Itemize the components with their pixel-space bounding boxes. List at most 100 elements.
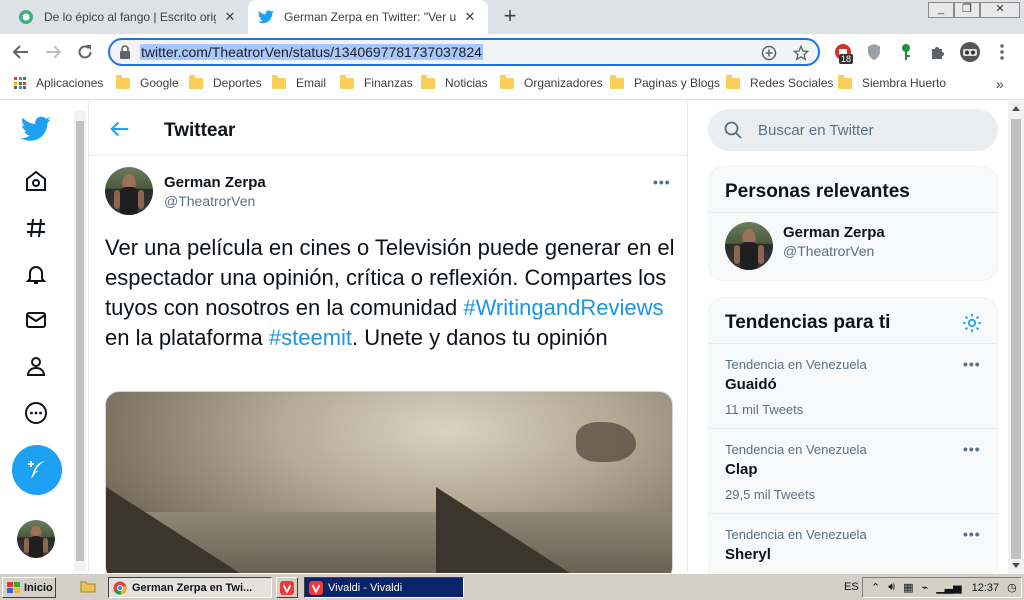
relevant-person-name[interactable]: German Zerpa: [783, 224, 885, 241]
bookmark-finanzas[interactable]: Finanzas: [340, 74, 413, 90]
start-label: Inicio: [24, 581, 53, 594]
twitter-sidebar: [0, 101, 72, 573]
trend-more-icon[interactable]: •••: [963, 441, 981, 457]
bookmark-google[interactable]: Google: [116, 74, 179, 90]
tray-extra-icon[interactable]: ◷: [1007, 581, 1017, 594]
bookmark-deportes[interactable]: Deportes: [189, 74, 262, 90]
bookmark-redes-sociales[interactable]: Redes Sociales: [726, 74, 833, 90]
tweet-text-segment: . Unete y danos tu opinión: [352, 325, 608, 350]
folder-icon: [421, 74, 435, 89]
folder-icon: [838, 74, 852, 89]
bookmark-label: Aplicaciones: [36, 76, 104, 90]
apps-icon: [14, 77, 26, 89]
taskbar-vivaldi-button[interactable]: Vivaldi - Vivaldi: [304, 577, 464, 598]
extension-badge-icon[interactable]: 18: [833, 42, 854, 64]
hashtag-link[interactable]: #WritingandReviews: [463, 295, 663, 320]
bookmark-star-icon[interactable]: [792, 44, 810, 62]
back-button[interactable]: [10, 41, 32, 63]
tab-close-icon[interactable]: ✕: [462, 9, 478, 25]
tweet-text: Ver una película en cines o Televisión p…: [105, 233, 675, 353]
author-avatar[interactable]: [105, 167, 153, 215]
page-title: Twittear: [164, 120, 236, 141]
more-options-icon[interactable]: [20, 397, 52, 429]
signal-bars-icon[interactable]: ▁▃▅: [936, 581, 961, 594]
minimize-button[interactable]: _: [928, 2, 954, 18]
extensions-puzzle-icon[interactable]: [928, 42, 948, 62]
bookmark-noticias[interactable]: Noticias: [421, 74, 488, 90]
window-close-button[interactable]: ✕: [980, 2, 1020, 18]
trend-more-icon[interactable]: •••: [963, 356, 981, 372]
profile-user-icon[interactable]: [20, 350, 52, 382]
quick-launch-folder-icon[interactable]: [80, 579, 96, 598]
tab-inactive[interactable]: De lo épico al fango | Escrito origina ✕: [8, 0, 248, 34]
reload-button[interactable]: [74, 41, 96, 63]
address-bar[interactable]: twitter.com/TheatrorVen/status/134069778…: [108, 38, 820, 66]
tweet-image[interactable]: [105, 391, 673, 573]
taskbar-chrome-button[interactable]: German Zerpa en Twi...: [108, 577, 272, 598]
forward-button[interactable]: [42, 41, 64, 63]
bookmark-label: Finanzas: [364, 76, 413, 90]
url-text[interactable]: twitter.com/TheatrorVen/status/134069778…: [140, 44, 483, 60]
compose-tweet-button[interactable]: [12, 445, 62, 495]
bookmark-apps[interactable]: Aplicaciones: [14, 76, 103, 90]
search-placeholder: Buscar en Twitter: [758, 121, 874, 139]
tweet-column: Twittear German Zerpa @TheatrorVen ••• V…: [88, 101, 688, 573]
task-label: German Zerpa en Twi...: [132, 581, 253, 594]
search-input[interactable]: Buscar en Twitter: [708, 109, 998, 151]
language-indicator[interactable]: ES: [844, 581, 859, 593]
browser-toolbar: twitter.com/TheatrorVen/status/134069778…: [0, 34, 1024, 70]
relevant-person-handle[interactable]: @TheatrorVen: [783, 243, 874, 259]
messages-envelope-icon[interactable]: [20, 304, 52, 336]
back-arrow-icon[interactable]: [109, 118, 131, 140]
home-icon[interactable]: [20, 165, 52, 197]
relevant-person-avatar[interactable]: [725, 222, 773, 270]
tray-expand-icon[interactable]: ⌃: [871, 581, 880, 594]
clock[interactable]: 12:37: [972, 582, 1000, 594]
tab-strip: De lo épico al fango | Escrito origina ✕…: [0, 0, 1024, 34]
hashtag-link[interactable]: #steemit: [269, 325, 352, 350]
twitter-logo-icon[interactable]: [20, 113, 52, 145]
shield-icon[interactable]: [864, 42, 884, 62]
author-name[interactable]: German Zerpa: [164, 174, 266, 191]
bookmark-label: Siembra Huerto: [862, 76, 947, 90]
bookmark-label: Noticias: [445, 76, 488, 90]
tab-title: German Zerpa en Twitter: "Ver una: [284, 10, 456, 24]
bookmark-siembra-huerto[interactable]: Siembra Huerto: [838, 74, 947, 90]
bookmarks-overflow-button[interactable]: »: [996, 76, 1004, 92]
volume-icon[interactable]: 🔊︎: [888, 581, 895, 594]
lock-icon[interactable]: [110, 45, 140, 59]
tweet-more-options-icon[interactable]: •••: [653, 174, 671, 190]
usb-icon[interactable]: ⌁: [922, 581, 929, 594]
new-tab-button[interactable]: +: [498, 5, 522, 29]
tab-active[interactable]: German Zerpa en Twitter: "Ver una ✕: [248, 0, 488, 34]
browser-menu-icon[interactable]: [992, 42, 1012, 62]
settings-gear-icon[interactable]: [961, 312, 983, 339]
account-avatar[interactable]: [17, 520, 55, 558]
bookmark-organizadores[interactable]: Organizadores: [500, 74, 603, 90]
start-button[interactable]: Inicio: [2, 577, 56, 598]
network-icon[interactable]: ▦: [903, 581, 913, 594]
trend-count: 29,5 mil Tweets: [725, 487, 816, 502]
left-scrollbar[interactable]: [74, 111, 86, 571]
notifications-bell-icon[interactable]: [20, 258, 52, 290]
site-favicon-icon: [18, 9, 34, 25]
taskbar-vivaldi-pin[interactable]: [276, 577, 298, 598]
folder-icon: [340, 74, 354, 89]
bookmark-label: Deportes: [213, 76, 262, 90]
author-handle[interactable]: @TheatrorVen: [164, 193, 255, 209]
trend-more-icon[interactable]: •••: [963, 526, 981, 542]
key-icon[interactable]: [896, 42, 916, 62]
bookmark-paginas-y-blogs[interactable]: Paginas y Blogs: [610, 74, 720, 90]
relevant-people-card: Personas relevantes German Zerpa @Theatr…: [708, 166, 998, 281]
page-scrollbar[interactable]: [1008, 101, 1024, 573]
vivaldi-icon: [280, 580, 294, 595]
add-icon[interactable]: [760, 44, 778, 62]
vivaldi-icon: [309, 580, 323, 595]
maximize-button[interactable]: ❐: [954, 2, 980, 18]
folder-icon: [500, 74, 514, 89]
bookmark-email[interactable]: Email: [272, 74, 327, 90]
explore-hashtag-icon[interactable]: [20, 212, 52, 244]
bookmark-label: Email: [296, 76, 327, 90]
tab-close-icon[interactable]: ✕: [222, 9, 238, 25]
profile-avatar[interactable]: [958, 40, 982, 64]
